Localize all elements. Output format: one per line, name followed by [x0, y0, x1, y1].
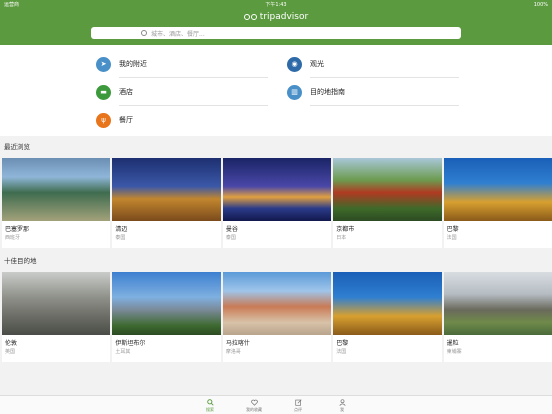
hotel-bed-icon: ▬: [96, 84, 111, 100]
destination-country: 柬埔寨: [446, 349, 462, 355]
tab-label: 我: [340, 407, 344, 412]
destination-country: 法国: [446, 235, 457, 241]
tab-bar: 搜索 我的收藏 点评 我: [0, 395, 552, 414]
destination-country: 摩洛哥: [225, 349, 241, 355]
quick-restaurants[interactable]: ψ 餐厅: [96, 106, 268, 134]
destination-card[interactable]: 巴黎 法国: [443, 158, 552, 248]
search-placeholder: 城市、酒店、餐厅...: [151, 30, 205, 38]
destination-photo: [333, 272, 442, 335]
destination-photo: [2, 272, 111, 335]
tab-review[interactable]: 点评: [276, 396, 320, 414]
near-me-icon: ➤: [96, 56, 111, 72]
destination-card[interactable]: 曼谷 泰国: [222, 158, 332, 248]
destination-photo: [333, 158, 442, 221]
search-input[interactable]: 城市、酒店、餐厅...: [91, 27, 461, 39]
binoculars-icon: ◉: [287, 56, 302, 72]
owl-icon: [243, 14, 257, 20]
clock: 下午1:43: [265, 2, 287, 8]
tab-me[interactable]: 我: [320, 396, 364, 414]
search-icon: [141, 30, 147, 36]
destination-name: 马拉喀什: [225, 340, 250, 347]
tripadvisor-logo: tripadvisor: [0, 12, 552, 22]
destination-card[interactable]: 伊斯坦布尔 土耳其: [112, 272, 221, 362]
destination-card[interactable]: 暹粒 柬埔寨: [443, 272, 552, 362]
destination-photo: [443, 158, 552, 221]
destination-name: 清迈: [115, 226, 128, 233]
destination-country: 泰国: [225, 235, 236, 241]
destination-name: 伊斯坦布尔: [115, 340, 146, 347]
top-row: 伦敦 英国 伊斯坦布尔 土耳其 马拉喀什 摩洛哥 巴黎 法国 暹粒 柬埔寨: [0, 272, 552, 362]
quick-label: 我的附近: [119, 60, 147, 68]
quick-label: 观光: [310, 60, 324, 68]
tab-search[interactable]: 搜索: [188, 396, 232, 414]
logo-text: tripadvisor: [259, 12, 309, 22]
edit-icon: [294, 399, 302, 406]
destination-country: 泰国: [115, 235, 126, 241]
heart-icon: [250, 399, 258, 406]
quick-label: 餐厅: [119, 116, 133, 124]
destination-card[interactable]: 清迈 泰国: [112, 158, 221, 248]
destination-name: 伦敦: [5, 340, 18, 347]
tab-saves[interactable]: 我的收藏: [232, 396, 276, 414]
tab-label: 搜索: [206, 407, 214, 412]
destination-country: 英国: [5, 349, 16, 355]
destination-name: 巴黎: [446, 226, 459, 233]
destination-name: 巴塞罗那: [5, 226, 30, 233]
recent-section-title: 最近浏览: [4, 143, 30, 151]
destination-photo: [112, 272, 221, 335]
quick-destination-guide[interactable]: ▥ 目的地指南: [287, 78, 459, 106]
destination-name: 巴黎: [336, 340, 349, 347]
destination-country: 法国: [336, 349, 347, 355]
destination-card[interactable]: 巴塞罗那 西班牙: [2, 158, 111, 248]
destination-country: 土耳其: [115, 349, 131, 355]
status-bar: 运营商 下午1:43 100%: [0, 0, 552, 9]
tab-label: 点评: [294, 407, 302, 412]
destination-photo: [443, 272, 552, 335]
destination-name: 暹粒: [446, 340, 459, 347]
quick-label: 目的地指南: [310, 88, 345, 96]
destination-photo: [222, 158, 332, 221]
search-icon: [206, 399, 214, 406]
quick-hotels[interactable]: ▬ 酒店: [96, 78, 268, 106]
destination-country: 西班牙: [5, 235, 21, 241]
tab-label: 我的收藏: [246, 407, 262, 412]
destination-name: 京都市: [336, 226, 355, 233]
top-section-title: 十佳目的地: [4, 257, 37, 265]
destination-card[interactable]: 伦敦 英国: [2, 272, 111, 362]
restaurant-icon: ψ: [96, 112, 111, 128]
quick-attractions[interactable]: ◉ 观光: [287, 50, 459, 78]
quick-label: 酒店: [119, 88, 133, 96]
destination-card[interactable]: 京都市 日本: [333, 158, 442, 248]
app-header: tripadvisor 城市、酒店、餐厅...: [0, 9, 552, 45]
destination-name: 曼谷: [225, 226, 238, 233]
destination-photo: [222, 272, 332, 335]
quick-links: ➤ 我的附近 ◉ 观光 ▬ 酒店 ▥ 目的地指南 ψ 餐厅: [0, 45, 552, 136]
destination-photo: [2, 158, 111, 221]
destination-country: 日本: [336, 235, 347, 241]
profile-icon: [338, 399, 346, 406]
destination-photo: [112, 158, 221, 221]
recent-row: 巴塞罗那 西班牙 清迈 泰国 曼谷 泰国 京都市 日本 巴黎 法国: [0, 158, 552, 248]
quick-near-me[interactable]: ➤ 我的附近: [96, 50, 268, 78]
destination-card[interactable]: 马拉喀什 摩洛哥: [222, 272, 332, 362]
destination-card[interactable]: 巴黎 法国: [333, 272, 442, 362]
city-guide-icon: ▥: [287, 84, 302, 100]
